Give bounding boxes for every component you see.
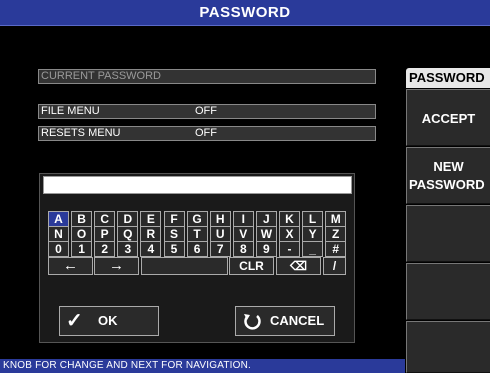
left-arrow-key[interactable]: ← xyxy=(48,257,93,275)
key-y[interactable]: Y xyxy=(302,226,324,242)
key-s[interactable]: S xyxy=(163,226,185,242)
key-j[interactable]: J xyxy=(255,211,277,227)
key-q[interactable]: Q xyxy=(117,226,139,242)
resets-menu-value: OFF xyxy=(195,127,217,139)
key-4[interactable]: 4 xyxy=(140,241,162,257)
key-8[interactable]: 8 xyxy=(232,241,254,257)
status-text: KNOB FOR CHANGE AND NEXT FOR NAVIGATION. xyxy=(3,360,252,371)
resets-menu-field[interactable]: RESETS MENU OFF xyxy=(38,126,376,141)
key-c[interactable]: C xyxy=(94,211,116,227)
ok-button[interactable]: ✓ OK xyxy=(59,306,159,336)
ok-label: OK xyxy=(98,313,118,328)
file-menu-value: OFF xyxy=(195,105,217,117)
key-1[interactable]: 1 xyxy=(71,241,93,257)
softkey-empty-4[interactable] xyxy=(406,263,490,320)
key-underscore[interactable]: _ xyxy=(302,241,324,257)
key-b[interactable]: B xyxy=(71,211,93,227)
file-menu-label: FILE MENU xyxy=(41,105,100,117)
key-m[interactable]: M xyxy=(325,211,347,227)
key-6[interactable]: 6 xyxy=(186,241,208,257)
key-3[interactable]: 3 xyxy=(117,241,139,257)
key-a[interactable]: A xyxy=(48,211,69,227)
accept-button[interactable]: ACCEPT xyxy=(406,89,490,146)
key-x[interactable]: X xyxy=(279,226,300,242)
key-2[interactable]: 2 xyxy=(94,241,116,257)
key-n[interactable]: N xyxy=(48,226,69,242)
key-hash[interactable]: # xyxy=(325,241,347,257)
key-g[interactable]: G xyxy=(186,211,208,227)
cancel-button[interactable]: CANCEL xyxy=(235,306,335,336)
key-5[interactable]: 5 xyxy=(163,241,185,257)
key-9[interactable]: 9 xyxy=(255,241,277,257)
key-0[interactable]: 0 xyxy=(48,241,69,257)
backspace-key[interactable]: ⌫ xyxy=(276,257,321,275)
check-icon: ✓ xyxy=(66,310,83,332)
new-password-button[interactable]: NEW PASSWORD xyxy=(406,147,490,204)
password-input[interactable] xyxy=(43,176,352,194)
title-bar: PASSWORD xyxy=(0,0,490,26)
key-f[interactable]: F xyxy=(163,211,185,227)
key-k[interactable]: K xyxy=(279,211,300,227)
key-h[interactable]: H xyxy=(209,211,231,227)
key-z[interactable]: Z xyxy=(325,226,347,242)
key-i[interactable]: I xyxy=(232,211,254,227)
clear-key[interactable]: CLR xyxy=(229,257,274,275)
slash-key[interactable]: / xyxy=(323,257,346,275)
file-menu-field[interactable]: FILE MENU OFF xyxy=(38,104,376,119)
cancel-label: CANCEL xyxy=(270,313,325,328)
right-arrow-key[interactable]: → xyxy=(94,257,139,275)
resets-menu-label: RESETS MENU xyxy=(41,127,121,139)
softkey-header: PASSWORD xyxy=(406,68,490,88)
key-w[interactable]: W xyxy=(255,226,277,242)
key-p[interactable]: P xyxy=(94,226,116,242)
key-7[interactable]: 7 xyxy=(209,241,231,257)
key-l[interactable]: L xyxy=(302,211,324,227)
new-password-label-line2: PASSWORD xyxy=(409,177,485,192)
current-password-field[interactable]: CURRENT PASSWORD xyxy=(38,69,376,84)
new-password-label-line1: NEW xyxy=(433,159,464,174)
softkey-empty-5[interactable] xyxy=(406,321,490,373)
current-password-label: CURRENT PASSWORD xyxy=(41,70,161,82)
softkey-empty-3[interactable] xyxy=(406,205,490,262)
status-bar: KNOB FOR CHANGE AND NEXT FOR NAVIGATION. xyxy=(0,359,405,373)
space-key[interactable] xyxy=(141,257,228,275)
key-o[interactable]: O xyxy=(71,226,93,242)
key-t[interactable]: T xyxy=(186,226,208,242)
key-e[interactable]: E xyxy=(140,211,162,227)
key-r[interactable]: R xyxy=(140,226,162,242)
undo-icon xyxy=(242,307,262,341)
key-v[interactable]: V xyxy=(232,226,254,242)
key-dash[interactable]: - xyxy=(279,241,300,257)
key-u[interactable]: U xyxy=(209,226,231,242)
key-d[interactable]: D xyxy=(117,211,139,227)
page-title: PASSWORD xyxy=(199,4,291,21)
